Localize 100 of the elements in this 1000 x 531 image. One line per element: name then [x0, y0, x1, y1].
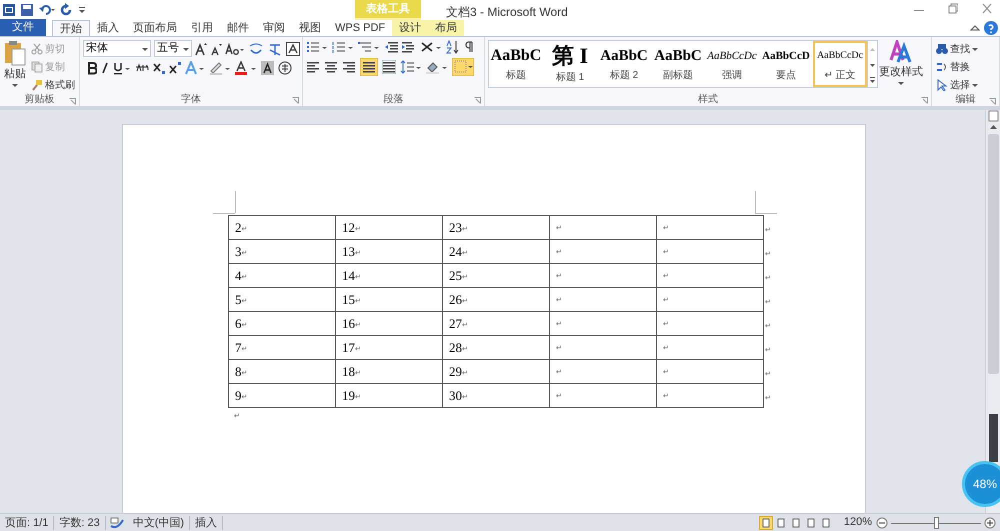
replace-button[interactable]: 替换 [935, 58, 979, 76]
undo-icon[interactable] [38, 3, 56, 17]
subscript-icon[interactable] [153, 61, 165, 75]
style-gallery-item[interactable]: AaBbC 标题 [489, 41, 543, 87]
font-size-field[interactable]: 五号 [154, 40, 192, 57]
table-cell-text: 30 [449, 388, 462, 402]
italic-icon[interactable] [101, 61, 109, 75]
highlight-icon[interactable] [209, 61, 231, 75]
table-cell-text: 2 [235, 220, 242, 234]
collapse-ribbon-icon[interactable] [970, 23, 980, 33]
table-cell-text: 3 [235, 244, 242, 258]
change-case-icon[interactable] [225, 42, 245, 56]
table-cell-text: 26 [449, 292, 462, 306]
language-indicator[interactable]: 中文(中国) [128, 516, 190, 530]
scissors-icon [31, 43, 43, 55]
superscript-icon[interactable] [169, 61, 181, 75]
ribbon-tab[interactable]: 邮件 [220, 20, 256, 36]
dialog-launcher-icon[interactable] [989, 98, 996, 105]
style-gallery-item[interactable]: AaBbCcD 要点 [759, 41, 813, 87]
proofing-icon[interactable] [108, 516, 125, 530]
numbering-icon[interactable] [332, 40, 354, 54]
save-icon[interactable] [20, 3, 34, 17]
bullets-icon[interactable] [306, 40, 328, 54]
align-left-icon[interactable] [306, 60, 320, 74]
table-cell-text: 23 [449, 220, 462, 234]
help-icon[interactable] [984, 21, 998, 35]
ribbon-tab[interactable]: WPS PDF [328, 20, 392, 36]
ruler-toggle-icon[interactable] [988, 110, 998, 122]
style-gallery-item[interactable]: AaBbC 标题 2 [597, 41, 651, 87]
underline-icon[interactable] [113, 61, 131, 75]
select-button[interactable]: 选择 [935, 76, 979, 94]
dialog-launcher-icon[interactable] [69, 98, 76, 105]
font-color-icon[interactable] [235, 61, 257, 75]
align-center-icon[interactable] [324, 60, 338, 74]
style-gallery-item[interactable]: AaBbCcDc 强调 [705, 41, 759, 87]
ribbon-tab[interactable]: 引用 [184, 20, 220, 36]
app-icon[interactable] [2, 3, 16, 17]
group-label: 剪贴板 [24, 94, 54, 106]
zoom-out-icon[interactable] [876, 516, 888, 528]
table-cell-text: 12 [342, 220, 355, 234]
caret-icon [898, 80, 904, 86]
grow-font-icon[interactable] [195, 42, 207, 56]
view-button-icon[interactable] [758, 516, 773, 530]
sort-icon[interactable] [446, 40, 460, 54]
line-spacing-icon[interactable] [400, 60, 422, 74]
ribbon-tab[interactable]: 设计 [392, 20, 428, 36]
table-cell-text: 17 [342, 340, 355, 354]
caret-icon [12, 82, 18, 88]
speed-widget[interactable]: 48% [962, 461, 1000, 507]
binoculars-icon [936, 43, 948, 55]
styles-icon [889, 40, 913, 64]
ribbon-tab[interactable]: 布局 [428, 20, 464, 36]
dialog-launcher-icon[interactable] [474, 97, 481, 104]
shrink-font-icon[interactable] [210, 42, 222, 56]
ribbon-tab[interactable]: 插入 [90, 20, 126, 36]
page-count[interactable]: 页面: 1/1 [0, 516, 54, 530]
distribute-icon[interactable] [382, 60, 396, 74]
bold-icon[interactable] [87, 61, 97, 75]
style-gallery-item[interactable]: AaBbCcDc ↵ 正文 [813, 41, 867, 87]
change-styles-button[interactable]: 更改样式 [881, 40, 921, 93]
scrollbar-thumb[interactable] [988, 134, 998, 374]
zoom-in-icon[interactable] [984, 516, 996, 528]
find-button[interactable]: 查找 [935, 40, 979, 58]
multilevel-list-icon[interactable] [358, 40, 380, 54]
zoom-slider[interactable] [891, 516, 981, 528]
table-cell-text: 16 [342, 316, 355, 330]
font-name-field[interactable]: 宋体 [83, 40, 151, 57]
ribbon-tab[interactable]: 审阅 [256, 20, 292, 36]
redo-icon[interactable] [60, 3, 74, 17]
zoom-level[interactable]: 120% [844, 514, 872, 531]
shading-icon[interactable] [426, 60, 448, 74]
ribbon-tab[interactable]: 开始 [52, 20, 90, 36]
justify-icon[interactable] [360, 58, 378, 76]
word-count[interactable]: 字数: 23 [54, 516, 106, 530]
ribbon-tab[interactable]: 文件 [0, 19, 46, 36]
restore-icon[interactable] [948, 2, 958, 16]
style-gallery-item[interactable]: AaBbC 副标题 [651, 41, 705, 87]
paste-button[interactable]: 粘贴 [3, 40, 27, 94]
character-border-icon[interactable] [286, 42, 300, 56]
table-cell-text: 25 [449, 268, 462, 282]
brush-icon [31, 79, 43, 91]
insert-mode[interactable]: 插入 [190, 516, 224, 530]
copy-icon [31, 61, 43, 73]
enclose-character-icon[interactable] [278, 61, 292, 75]
close-icon[interactable] [982, 2, 992, 16]
style-gallery-item[interactable]: 第 I 标题 1 [543, 41, 597, 87]
table-cell-text: 8 [235, 364, 242, 378]
dialog-launcher-icon[interactable] [921, 97, 928, 104]
align-right-icon[interactable] [342, 60, 356, 74]
ribbon-tab[interactable]: 视图 [292, 20, 328, 36]
format-painter-button[interactable]: 格式刷 [30, 76, 76, 94]
decrease-indent-icon[interactable] [384, 40, 398, 54]
zoom-slider-thumb[interactable] [934, 516, 938, 528]
character-shading-icon[interactable] [261, 61, 274, 75]
increase-indent-icon[interactable] [402, 40, 416, 54]
caret-icon [183, 46, 189, 52]
table-cell-text: 6 [235, 316, 242, 330]
side-panel-tab[interactable] [988, 414, 998, 462]
ribbon-tab[interactable]: 页面布局 [126, 20, 184, 36]
dialog-launcher-icon[interactable] [292, 97, 299, 104]
